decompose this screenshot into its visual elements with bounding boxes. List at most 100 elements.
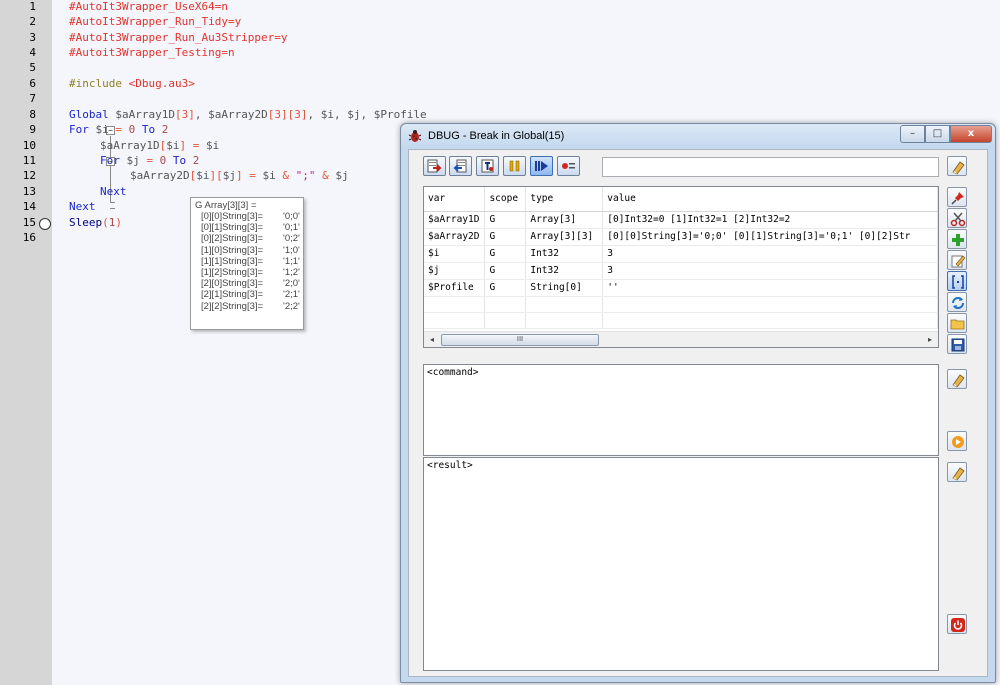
result-pane[interactable]: <result> xyxy=(423,457,939,671)
column-header-scope[interactable]: scope xyxy=(484,187,527,212)
plus-icon xyxy=(952,234,964,246)
code-token: $aArray2D xyxy=(208,108,268,121)
open-watch-list-button[interactable] xyxy=(947,313,967,333)
cell-type: Array[3] xyxy=(525,211,604,229)
stop-debug-button[interactable] xyxy=(947,614,967,634)
code-token: $i xyxy=(205,139,220,152)
eraser-icon xyxy=(952,374,965,388)
line-number: 16 xyxy=(22,231,36,244)
code-token: $i xyxy=(166,139,180,152)
tooltip-row: [2][0]String[3]= '2;0' xyxy=(195,278,300,289)
tooltip-key: [1][1]String[3]= xyxy=(201,255,264,267)
cell-value: 3 xyxy=(602,245,938,263)
cell-scope: G xyxy=(484,211,527,229)
cell-scope: G xyxy=(484,279,527,297)
tooltip-key: [0][1]String[3]= xyxy=(201,222,264,234)
cell-scope: G xyxy=(484,228,527,246)
cell-var: $j xyxy=(424,262,486,280)
pause-button[interactable] xyxy=(503,156,526,176)
tooltip-row: [0][1]String[3]= '0;1' xyxy=(195,222,300,234)
code-line: Next xyxy=(69,200,96,213)
horizontal-scrollbar[interactable]: ◂ III ▸ xyxy=(424,331,938,347)
code-token: $i xyxy=(95,123,109,136)
code-line: Sleep(1) xyxy=(69,215,122,230)
run-icon xyxy=(535,161,548,171)
toggle-breakpoint-button[interactable] xyxy=(557,156,580,176)
code-token: $j xyxy=(126,154,140,167)
dbug-client-area: var scope type value $aArray1D G Array[3… xyxy=(408,149,988,677)
dbug-window[interactable]: DBUG - Break in Global(15) – □ x var sco… xyxy=(400,123,996,683)
code-token: ";" xyxy=(295,169,316,182)
variables-grid[interactable]: var scope type value $aArray1D G Array[3… xyxy=(423,186,939,348)
code-token: $Profile xyxy=(373,108,427,121)
cell-type: Array[3][3] xyxy=(525,228,604,246)
line-number: 4 xyxy=(29,46,36,59)
breakpoint-marker[interactable] xyxy=(39,218,51,230)
cell-var: $Profile xyxy=(424,279,486,297)
close-button[interactable]: x xyxy=(950,125,992,143)
window-titlebar[interactable]: DBUG - Break in Global(15) – □ x xyxy=(401,124,995,148)
step-over-button[interactable] xyxy=(449,156,472,176)
array-view-button[interactable] xyxy=(947,271,967,291)
pause-icon xyxy=(509,160,520,172)
run-button[interactable] xyxy=(530,156,553,176)
code-token: , xyxy=(194,108,209,121)
code-line: $aArray1D[$i] = $i xyxy=(100,138,219,153)
folder-icon xyxy=(950,319,965,330)
brackets-icon xyxy=(952,275,964,289)
code-token: For xyxy=(69,123,96,136)
cell-value: [0][0]String[3]='0;0' [0][1]String[3]='0… xyxy=(602,228,938,246)
delete-watch-button[interactable] xyxy=(947,208,967,228)
step-out-icon xyxy=(481,159,494,173)
clear-command-pane-button[interactable] xyxy=(947,369,967,389)
pin-button[interactable] xyxy=(947,187,967,207)
refresh-watch-button[interactable] xyxy=(947,292,967,312)
power-icon xyxy=(951,618,965,632)
code-token: $j xyxy=(335,169,349,182)
code-token: Sleep xyxy=(69,216,103,229)
tooltip-value: '1;0' xyxy=(283,244,300,256)
maximize-button[interactable]: □ xyxy=(925,125,950,143)
line-number: 3 xyxy=(29,31,36,44)
code-token: , xyxy=(360,108,374,121)
tooltip-value: '0;1' xyxy=(283,222,300,234)
code-token: Global xyxy=(69,108,116,121)
column-header-type[interactable]: type xyxy=(525,187,604,212)
add-watch-button[interactable] xyxy=(947,229,967,249)
edit-watch-button[interactable] xyxy=(947,250,967,270)
scroll-left-arrow[interactable]: ◂ xyxy=(424,332,440,347)
step-out-button[interactable] xyxy=(476,156,499,176)
code-token: $i xyxy=(320,108,334,121)
clear-command-button[interactable] xyxy=(947,156,967,176)
table-row[interactable]: $i G Int32 3 xyxy=(424,245,938,263)
pin-icon xyxy=(951,192,964,205)
command-pane[interactable]: <command> xyxy=(423,364,939,456)
command-input[interactable] xyxy=(602,157,939,177)
tooltip-value: '1;1' xyxy=(283,255,300,267)
step-into-button[interactable] xyxy=(423,156,446,176)
table-row[interactable]: $j G Int32 3 xyxy=(424,262,938,280)
table-row[interactable]: $Profile G String[0] '' xyxy=(424,279,938,297)
cell-value: 3 xyxy=(602,262,938,280)
minimize-button[interactable]: – xyxy=(900,125,925,143)
column-header-var[interactable]: var xyxy=(424,187,486,212)
scroll-right-arrow[interactable]: ▸ xyxy=(922,332,938,347)
column-header-value[interactable]: value xyxy=(602,187,938,212)
scroll-thumb[interactable]: III xyxy=(441,334,599,346)
tooltip-row: [1][2]String[3]= '1;2' xyxy=(195,267,300,278)
tooltip-value: '0;0' xyxy=(283,211,300,222)
code-line: For $j = 0 To 2 xyxy=(100,153,199,168)
cell-type: Int32 xyxy=(525,262,604,280)
eraser-icon xyxy=(952,467,965,481)
table-row-empty xyxy=(424,312,938,329)
edit-icon xyxy=(951,255,966,268)
window-title: DBUG - Break in Global(15) xyxy=(428,130,565,142)
variables-table: var scope type value $aArray1D G Array[3… xyxy=(424,187,938,329)
table-row[interactable]: $aArray2D G Array[3][3] [0][0]String[3]=… xyxy=(424,228,938,246)
clear-result-button[interactable] xyxy=(947,462,967,482)
cell-var: $i xyxy=(424,245,486,263)
code-token: For xyxy=(100,154,127,167)
execute-command-button[interactable] xyxy=(947,431,967,451)
table-row[interactable]: $aArray1D G Array[3] [0]Int32=0 [1]Int32… xyxy=(424,211,938,229)
save-watch-list-button[interactable] xyxy=(947,334,967,354)
